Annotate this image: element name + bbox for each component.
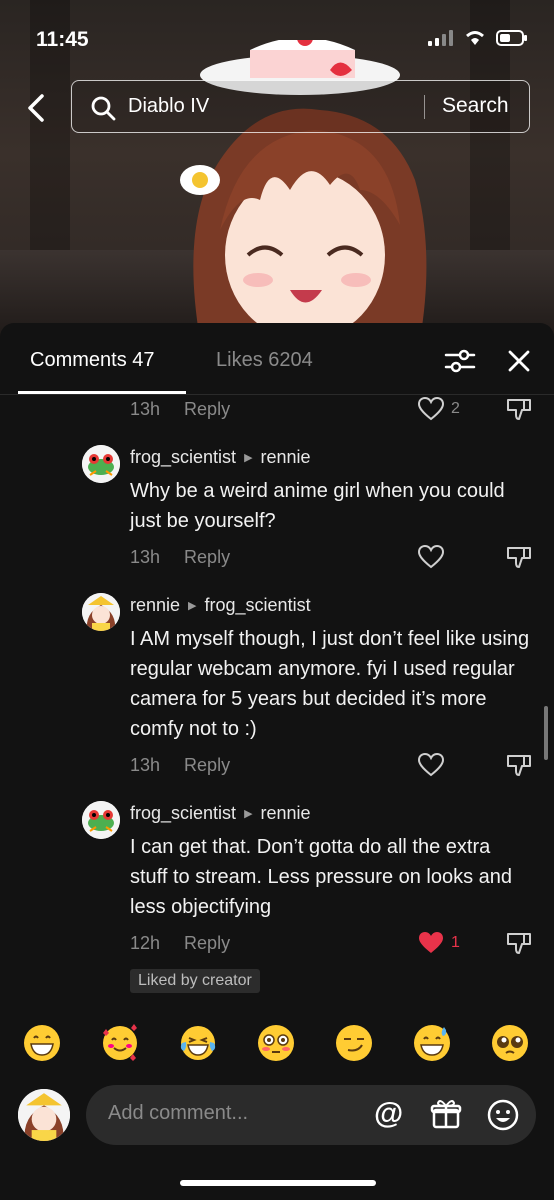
comment-text: Why be a weird anime girl when you could… <box>130 480 505 532</box>
gift-icon[interactable] <box>430 1098 462 1130</box>
comment-meta: 13h Reply <box>130 755 230 776</box>
heart-icon[interactable] <box>418 397 444 421</box>
search-box[interactable]: Diablo IV Search <box>71 80 530 133</box>
frog-avatar-icon <box>82 445 120 483</box>
grinning-face-with-sweat-icon[interactable] <box>412 1023 452 1063</box>
girl-avatar-icon <box>18 1089 70 1141</box>
battery-icon <box>496 30 527 46</box>
reply-to-user[interactable]: rennie <box>261 803 311 824</box>
heart-icon[interactable] <box>418 545 444 569</box>
comment-input[interactable]: Add comment... @ <box>86 1085 536 1145</box>
tab-bar: Comments 47 Likes 6204 <box>0 323 554 395</box>
comment-meta: 13h Reply <box>130 399 230 420</box>
home-indicator <box>180 1180 376 1186</box>
my-avatar[interactable] <box>18 1089 70 1141</box>
comment-time: 13h <box>130 399 161 419</box>
comment-author[interactable]: frog_scientist <box>130 803 236 824</box>
flushed-face-icon[interactable] <box>256 1023 296 1063</box>
scrollbar[interactable] <box>544 706 548 760</box>
reply-to-user[interactable]: frog_scientist <box>205 595 311 616</box>
reply-to-user[interactable]: rennie <box>261 447 311 468</box>
pleading-face-icon[interactable] <box>490 1023 530 1063</box>
like-count: 1 <box>451 934 460 951</box>
chevron-left-icon <box>28 94 44 122</box>
reply-button[interactable]: Reply <box>184 547 230 568</box>
reply-arrow-icon: ▶ <box>188 600 197 612</box>
status-bar: 11:45 <box>0 0 554 72</box>
comment-time: 12h <box>130 933 161 953</box>
comment-meta: 12h Reply <box>130 933 230 954</box>
emoji-quick-bar <box>0 1023 554 1071</box>
comment-header: frog_scientist ▶ rennie <box>130 803 311 824</box>
comment-header: rennie ▶ frog_scientist <box>130 595 311 616</box>
tab-likes[interactable]: Likes 6204 <box>216 349 313 372</box>
dislike-icon[interactable] <box>506 753 532 777</box>
dislike-icon[interactable] <box>506 931 532 955</box>
comment-text: I can get that. Don’t gotta do all the e… <box>130 836 513 918</box>
heart-icon[interactable] <box>418 753 444 777</box>
reply-button[interactable]: Reply <box>184 399 230 420</box>
comment-time: 13h <box>130 755 161 775</box>
emoji-picker-icon[interactable] <box>486 1098 520 1132</box>
status-time: 11:45 <box>36 28 89 51</box>
frog-avatar-icon <box>82 801 120 839</box>
comment-meta: 13h Reply <box>130 547 230 568</box>
comments-sheet: Comments 47 Likes 6204 13h Reply 2 frog_… <box>0 323 554 1200</box>
comment-text: I AM myself though, I just don’t feel li… <box>130 628 530 740</box>
liked-by-creator-badge: Liked by creator <box>130 969 260 993</box>
close-icon[interactable] <box>505 347 533 375</box>
grinning-face-icon[interactable] <box>22 1023 62 1063</box>
comment-input-placeholder[interactable]: Add comment... <box>108 1102 248 1125</box>
search-divider <box>424 95 425 119</box>
reply-button[interactable]: Reply <box>184 755 230 776</box>
tab-comments[interactable]: Comments 47 <box>30 349 155 372</box>
reply-arrow-icon: ▶ <box>244 808 253 820</box>
avatar[interactable] <box>82 593 120 631</box>
cellular-signal-icon <box>428 30 453 46</box>
status-icons <box>428 30 528 46</box>
avatar[interactable] <box>82 801 120 839</box>
avatar[interactable] <box>82 445 120 483</box>
smirking-face-icon[interactable] <box>334 1023 374 1063</box>
search-icon <box>91 96 116 121</box>
reply-button[interactable]: Reply <box>184 933 230 954</box>
list-item: 13h Reply 2 <box>0 395 554 435</box>
reply-arrow-icon: ▶ <box>244 452 253 464</box>
comment-header: frog_scientist ▶ rennie <box>130 447 311 468</box>
dislike-icon[interactable] <box>506 397 532 421</box>
comment-author[interactable]: rennie <box>130 595 180 616</box>
dislike-icon[interactable] <box>506 545 532 569</box>
heart-filled-icon[interactable] <box>418 931 444 955</box>
mention-button[interactable]: @ <box>374 1097 403 1131</box>
back-button[interactable] <box>18 88 54 128</box>
girl-avatar-icon <box>82 593 120 631</box>
smiling-face-with-hearts-icon[interactable] <box>100 1023 140 1063</box>
tab-underline <box>18 391 186 394</box>
like-count: 2 <box>451 400 460 417</box>
filter-icon[interactable] <box>444 347 476 375</box>
search-button[interactable]: Search <box>442 94 509 118</box>
wifi-icon <box>466 31 484 45</box>
face-with-tears-of-joy-icon[interactable] <box>178 1023 218 1063</box>
search-query[interactable]: Diablo IV <box>128 95 209 118</box>
comment-time: 13h <box>130 547 161 567</box>
comment-author[interactable]: frog_scientist <box>130 447 236 468</box>
search-row: Diablo IV Search <box>0 80 554 134</box>
